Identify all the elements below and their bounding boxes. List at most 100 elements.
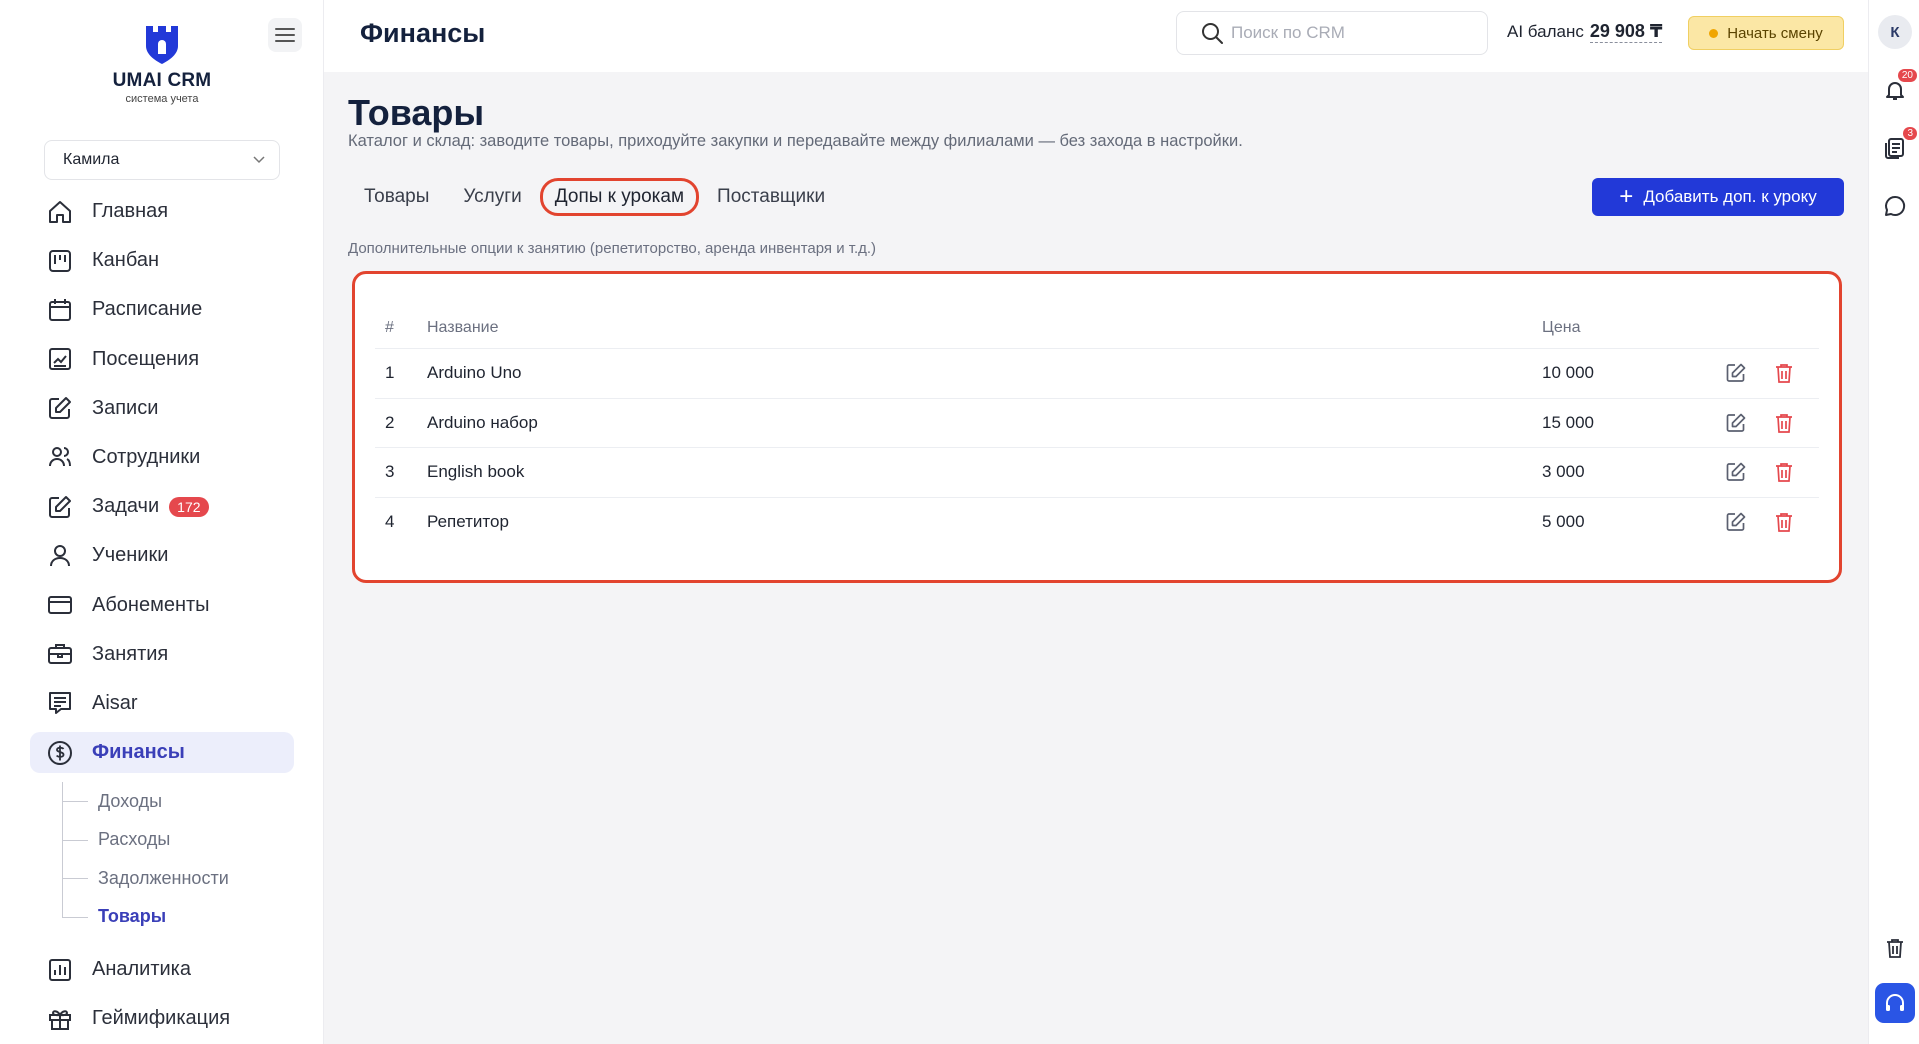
documents-icon xyxy=(1885,138,1904,159)
sidebar-item-visits[interactable]: Посещения xyxy=(30,339,294,380)
row-num: 1 xyxy=(385,363,395,383)
status-dot-icon xyxy=(1709,28,1719,38)
edit-icon xyxy=(1726,363,1746,383)
add-lesson-extra-button[interactable]: + Добавить доп. к уроку xyxy=(1592,178,1844,216)
tasks-count-badge: 172 xyxy=(169,496,209,517)
subnav-item-goods[interactable]: Товары xyxy=(62,898,292,937)
edit-row-button[interactable] xyxy=(1722,409,1750,437)
sidebar-item-gamification[interactable]: Геймификация xyxy=(30,998,294,1039)
avatar[interactable]: К xyxy=(1878,15,1912,49)
trash-icon xyxy=(1776,463,1792,483)
table-row: 2 Arduino набор 15 000 xyxy=(375,397,1819,448)
sidebar-item-kanban[interactable]: Канбан xyxy=(30,240,294,281)
trash-icon xyxy=(1776,512,1792,532)
column-header-num: # xyxy=(385,319,394,336)
sidebar-item-finance[interactable]: Финансы xyxy=(30,732,294,774)
search-box[interactable] xyxy=(1176,11,1488,55)
dollar-icon xyxy=(46,739,74,767)
start-shift-button[interactable]: Начать смену xyxy=(1688,16,1844,50)
row-name: Arduino Uno xyxy=(427,363,522,383)
row-num: 3 xyxy=(385,462,395,482)
row-actions xyxy=(1722,508,1798,536)
sidebar-item-label: Задачи xyxy=(92,495,160,518)
sidebar-item-analytics[interactable]: Аналитика xyxy=(30,949,294,990)
tab-services[interactable]: Услуги xyxy=(447,178,537,216)
sidebar-item-records[interactable]: Записи xyxy=(30,388,294,429)
trash-icon xyxy=(1887,939,1903,958)
search-input[interactable] xyxy=(1231,23,1471,43)
sidebar-item-label: Расписание xyxy=(92,298,203,321)
extras-table-panel: # Название Цена 1 Arduino Uno 10 000 2 A… xyxy=(352,271,1842,583)
edit-row-button[interactable] xyxy=(1722,458,1750,486)
ai-balance-label: AI баланс xyxy=(1507,22,1584,41)
delete-row-button[interactable] xyxy=(1770,359,1798,387)
tab-suppliers[interactable]: Поставщики xyxy=(701,178,841,216)
tab-goods[interactable]: Товары xyxy=(348,178,445,216)
sidebar-item-label: Главная xyxy=(92,200,169,222)
delete-row-button[interactable] xyxy=(1770,458,1798,486)
sidebar-nav: Главная Канбан Расписание Посещения Запи… xyxy=(30,191,294,781)
calendar-icon xyxy=(46,296,74,324)
sidebar-item-label: Аналитика xyxy=(92,958,191,980)
logo-title: UMAI CRM xyxy=(112,70,212,91)
subnav-item-debts[interactable]: Задолженности xyxy=(62,859,292,898)
analytics-icon xyxy=(46,956,74,984)
sidebar-item-aisar[interactable]: Aisar xyxy=(30,683,294,724)
user-select[interactable]: Камила xyxy=(44,140,280,180)
delete-row-button[interactable] xyxy=(1770,508,1798,536)
logo-subtitle: система учета xyxy=(125,93,199,105)
menu-toggle-button[interactable] xyxy=(268,18,302,52)
sidebar-item-label: Сотрудники xyxy=(92,445,201,468)
edit-row-button[interactable] xyxy=(1722,508,1750,536)
sidebar-item-tasks[interactable]: Задачи 172 xyxy=(30,486,294,527)
trash-button[interactable] xyxy=(1881,934,1909,962)
sidebar-item-label: Записи xyxy=(92,396,159,419)
subnav-item-income[interactable]: Доходы xyxy=(62,782,292,821)
documents-button[interactable]: 3 xyxy=(1881,127,1917,162)
row-name: English book xyxy=(427,462,525,482)
subnav-item-expenses[interactable]: Расходы xyxy=(62,821,292,860)
sidebar-item-label: Геймификация xyxy=(92,1007,231,1030)
sidebar-item-students[interactable]: Ученики xyxy=(30,535,294,576)
sidebar-item-label: Абонементы xyxy=(92,593,210,616)
menu-icon xyxy=(275,28,295,42)
sidebar-item-staff[interactable]: Сотрудники xyxy=(30,437,294,478)
sidebar-item-home[interactable]: Главная xyxy=(30,191,294,232)
sidebar-item-schedule[interactable]: Расписание xyxy=(30,289,294,330)
sidebar-nav-bottom: Аналитика Геймификация xyxy=(30,949,294,1044)
logo[interactable]: UMAI CRM система учета xyxy=(100,22,224,105)
top-header: Финансы AI баланс 29 908 ₸ Начать смену xyxy=(324,0,1868,72)
row-price: 15 000 xyxy=(1542,412,1594,432)
support-button[interactable] xyxy=(1875,983,1915,1023)
headset-icon xyxy=(1886,994,1904,1011)
tabs: Товары Услуги Допы к урокам Поставщики xyxy=(348,178,843,216)
search-icon xyxy=(1202,23,1223,44)
row-num: 4 xyxy=(385,511,395,531)
gift-icon xyxy=(46,1005,74,1033)
page-title: Товары xyxy=(348,92,485,133)
table-row: 3 English book 3 000 xyxy=(375,447,1819,497)
edit-icon xyxy=(46,394,74,422)
section-hint: Дополнительные опции к занятию (репетито… xyxy=(348,240,877,257)
edit-row-button[interactable] xyxy=(1722,359,1750,387)
sidebar-item-label: Канбан xyxy=(92,249,159,272)
sidebar-item-label: Aisar xyxy=(92,691,138,714)
delete-row-button[interactable] xyxy=(1770,409,1798,437)
edit-icon xyxy=(1726,512,1746,531)
card-icon xyxy=(46,591,74,619)
ai-balance[interactable]: AI баланс 29 908 ₸ xyxy=(1507,21,1663,43)
chat-button[interactable] xyxy=(1881,192,1909,220)
tab-lesson-extras[interactable]: Допы к урокам xyxy=(539,178,700,216)
row-price: 10 000 xyxy=(1542,363,1594,383)
sidebar-item-label: Занятия xyxy=(92,642,169,665)
notifications-button[interactable]: 20 xyxy=(1881,69,1917,104)
table-row: 4 Репетитор 5 000 xyxy=(375,496,1819,547)
chat-lines-icon xyxy=(46,689,74,717)
add-button-label: Добавить доп. к уроку xyxy=(1643,187,1817,206)
sidebar-item-subscriptions[interactable]: Абонементы xyxy=(30,585,294,626)
sidebar-item-lessons[interactable]: Занятия xyxy=(30,634,294,675)
page-description: Каталог и склад: заводите товары, приход… xyxy=(348,132,1243,150)
row-price: 3 000 xyxy=(1542,462,1585,482)
users-icon xyxy=(46,443,74,471)
sidebar-item-label: Финансы xyxy=(92,741,185,764)
